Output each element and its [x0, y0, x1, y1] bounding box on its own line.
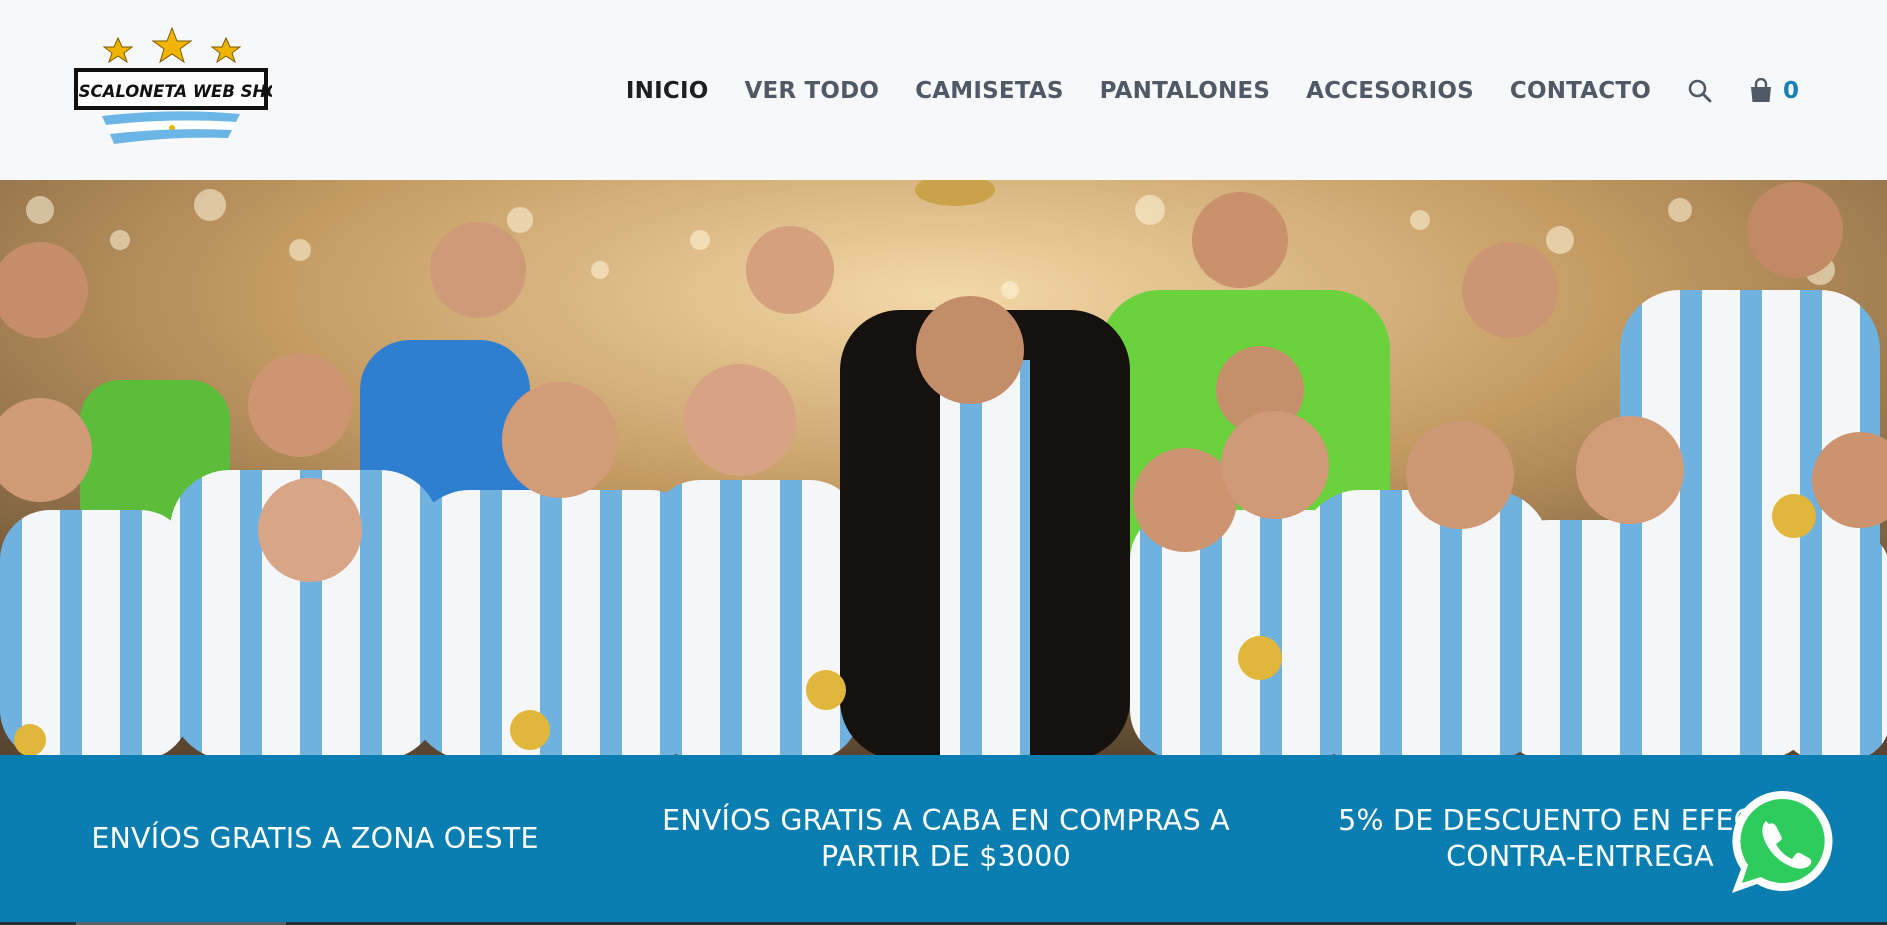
search-icon	[1688, 79, 1712, 103]
logo-text: LA SCALONETA WEB SHOP	[72, 82, 272, 101]
shopping-bag-icon	[1750, 78, 1771, 102]
whatsapp-icon	[1732, 790, 1833, 893]
promo-band: ENVÍOS GRATIS A ZONA OESTE ENVÍOS GRATIS…	[0, 755, 1887, 922]
argentina-flag-stars-logo: LA SCALONETA WEB SHOP	[50, 26, 292, 144]
hero-banner[interactable]	[0, 180, 1887, 755]
nav-item-ver-todo[interactable]: VER TODO	[744, 78, 879, 104]
team-celebration-photo	[0, 180, 1887, 755]
search-button[interactable]	[1687, 78, 1713, 104]
site-logo[interactable]: LA SCALONETA WEB SHOP	[50, 26, 292, 154]
site-header: LA SCALONETA WEB SHOP INICIO VER TODO CA…	[0, 0, 1887, 180]
main-nav: INICIO VER TODO CAMISETAS PANTALONES ACC…	[626, 68, 1799, 114]
nav-item-camisetas[interactable]: CAMISETAS	[915, 78, 1063, 104]
whatsapp-button[interactable]	[1726, 787, 1838, 899]
nav-item-contacto[interactable]: CONTACTO	[1510, 78, 1651, 104]
nav-item-inicio[interactable]: INICIO	[626, 78, 709, 104]
promo-free-shipping-west: ENVÍOS GRATIS A ZONA OESTE	[91, 821, 539, 855]
cart-count: 0	[1782, 78, 1799, 104]
nav-item-pantalones[interactable]: PANTALONES	[1100, 78, 1270, 104]
promo-free-shipping-caba: ENVÍOS GRATIS A CABA EN COMPRAS A PARTIR…	[662, 803, 1230, 873]
cart-button[interactable]: 0	[1749, 78, 1799, 104]
nav-item-accesorios[interactable]: ACCESORIOS	[1306, 78, 1474, 104]
